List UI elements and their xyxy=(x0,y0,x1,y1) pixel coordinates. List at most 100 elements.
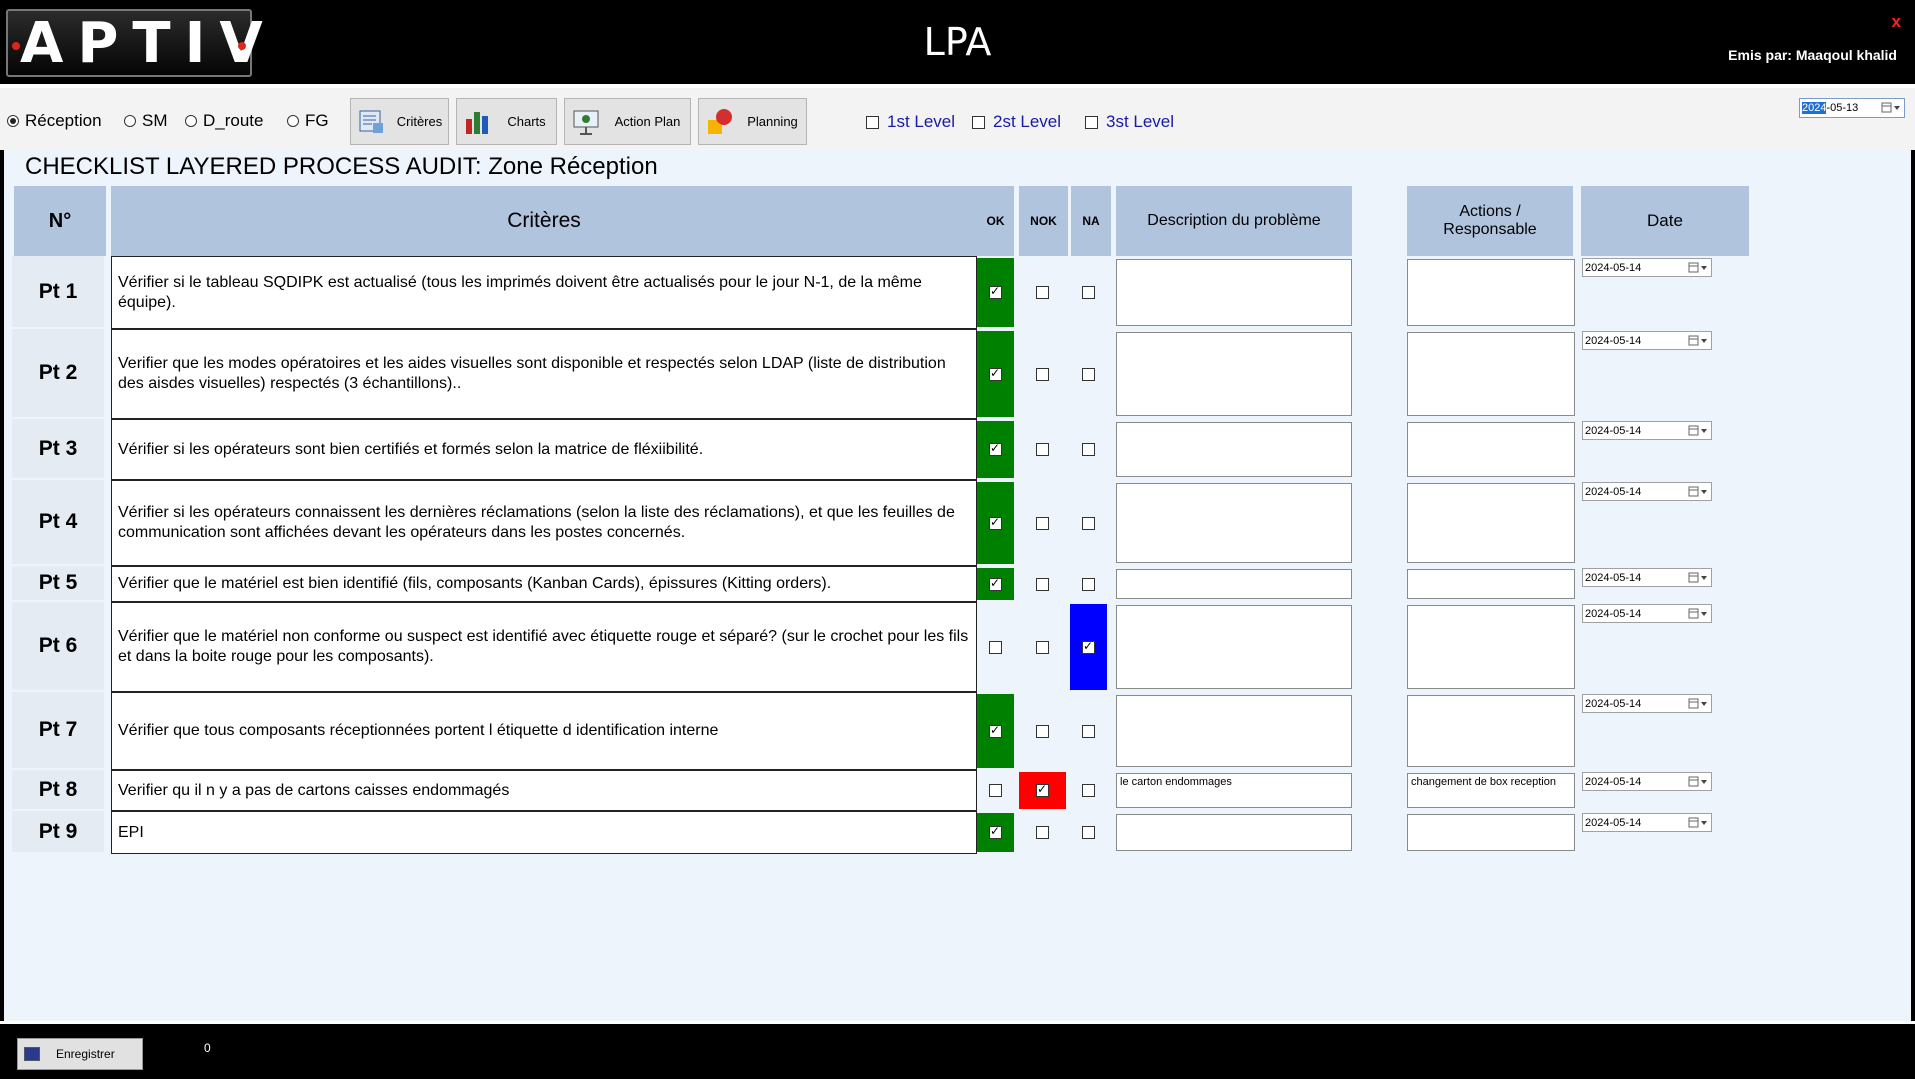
level-3-checkbox[interactable]: 3st Level xyxy=(1085,112,1174,132)
na-checkbox[interactable] xyxy=(1082,367,1095,381)
ok-checkbox[interactable] xyxy=(989,441,1002,456)
actions-responsable-field[interactable] xyxy=(1407,814,1575,851)
nok-cell xyxy=(1019,568,1066,600)
row-date-picker[interactable]: 2024-05-14 xyxy=(1582,568,1712,587)
close-button[interactable]: x xyxy=(1892,12,1901,32)
problem-description-field[interactable] xyxy=(1116,605,1352,689)
problem-description-field[interactable] xyxy=(1116,332,1352,416)
row-date-picker[interactable]: 2024-05-14 xyxy=(1582,604,1712,623)
ok-cell xyxy=(977,331,1014,417)
ok-checkbox[interactable] xyxy=(989,824,1002,839)
nok-checkbox[interactable] xyxy=(1036,516,1049,530)
audit-date-picker[interactable]: 2024 -05-13 xyxy=(1799,98,1905,118)
ok-cell xyxy=(977,694,1014,768)
zone-radio-d-route[interactable]: D_route xyxy=(185,111,263,130)
calendar-dropdown-icon[interactable] xyxy=(1687,485,1709,499)
actions-responsable-field[interactable] xyxy=(1407,695,1575,767)
actions-responsable-field[interactable] xyxy=(1407,483,1575,563)
na-checkbox[interactable] xyxy=(1082,639,1095,654)
calendar-dropdown-icon[interactable] xyxy=(1687,334,1709,348)
na-checkbox[interactable] xyxy=(1082,516,1095,530)
radio-icon xyxy=(287,115,299,127)
ok-checkbox[interactable] xyxy=(989,723,1002,738)
nok-checkbox[interactable] xyxy=(1036,367,1049,381)
actions-responsable-field[interactable] xyxy=(1407,259,1575,326)
footer-bar: Enregistrer 0 xyxy=(0,1021,1915,1079)
nok-cell xyxy=(1019,482,1066,564)
row-date-picker[interactable]: 2024-05-14 xyxy=(1582,258,1712,277)
nok-checkbox[interactable] xyxy=(1036,640,1049,654)
nok-checkbox[interactable] xyxy=(1036,826,1049,839)
na-checkbox[interactable] xyxy=(1082,443,1095,456)
save-button[interactable]: Enregistrer xyxy=(17,1038,143,1070)
calendar-dropdown-icon[interactable] xyxy=(1687,697,1709,711)
point-number: Pt 8 xyxy=(12,770,104,809)
problem-description-field[interactable] xyxy=(1116,483,1352,563)
calendar-dropdown-icon[interactable] xyxy=(1687,424,1709,438)
ok-checkbox[interactable] xyxy=(989,366,1002,381)
nok-checkbox[interactable] xyxy=(1036,286,1049,299)
action-plan-button[interactable]: Action Plan xyxy=(564,98,691,145)
na-checkbox[interactable] xyxy=(1082,286,1095,299)
na-checkbox[interactable] xyxy=(1082,724,1095,738)
checkbox-icon xyxy=(866,115,879,129)
nok-checkbox[interactable] xyxy=(1036,443,1049,456)
problem-description-field[interactable] xyxy=(1116,569,1352,599)
level-label: 1st Level xyxy=(887,112,956,131)
ok-checkbox[interactable] xyxy=(989,576,1002,591)
point-number: Pt 6 xyxy=(12,602,104,690)
na-checkbox[interactable] xyxy=(1082,784,1095,797)
calendar-dropdown-icon[interactable] xyxy=(1687,607,1709,621)
nok-cell xyxy=(1019,604,1066,690)
actions-responsable-field[interactable]: changement de box reception xyxy=(1407,773,1575,808)
row-date-value: 2024-05-14 xyxy=(1585,261,1642,274)
ok-checkbox[interactable] xyxy=(989,784,1002,797)
calendar-dropdown-icon[interactable] xyxy=(1687,571,1709,585)
actions-responsable-field[interactable] xyxy=(1407,605,1575,689)
calendar-dropdown-icon[interactable] xyxy=(1687,261,1709,275)
problem-description-field[interactable] xyxy=(1116,814,1352,851)
na-checkbox[interactable] xyxy=(1082,826,1095,839)
calendar-dropdown-icon[interactable] xyxy=(1687,775,1709,789)
nok-checkbox[interactable] xyxy=(1036,724,1049,738)
row-date-picker[interactable]: 2024-05-14 xyxy=(1582,772,1712,791)
problem-description-field[interactable] xyxy=(1116,695,1352,767)
row-date-value: 2024-05-14 xyxy=(1585,334,1642,347)
planning-icon xyxy=(705,107,735,137)
zone-radio-sm[interactable]: SM xyxy=(124,111,168,130)
row-date-picker[interactable]: 2024-05-14 xyxy=(1582,421,1712,440)
row-date-picker[interactable]: 2024-05-14 xyxy=(1582,694,1712,713)
level-1-checkbox[interactable]: 1st Level xyxy=(866,112,955,132)
nok-checkbox[interactable] xyxy=(1036,577,1049,591)
na-checkbox[interactable] xyxy=(1082,577,1095,591)
nok-checkbox[interactable] xyxy=(1036,782,1049,797)
nok-cell xyxy=(1019,694,1066,768)
calendar-dropdown-icon[interactable] xyxy=(1687,816,1709,830)
calendar-dropdown-icon[interactable] xyxy=(1880,101,1902,115)
criteres-button[interactable]: Critères xyxy=(350,98,449,145)
problem-description-field[interactable]: le carton endommages xyxy=(1116,773,1352,808)
row-date-picker[interactable]: 2024-05-14 xyxy=(1582,482,1712,501)
nok-cell xyxy=(1019,331,1066,417)
row-date-picker[interactable]: 2024-05-14 xyxy=(1582,813,1712,832)
ok-checkbox[interactable] xyxy=(989,515,1002,530)
row-date-picker[interactable]: 2024-05-14 xyxy=(1582,331,1712,350)
zone-radio-reception[interactable]: Réception xyxy=(7,111,102,130)
actions-responsable-field[interactable] xyxy=(1407,569,1575,599)
ok-checkbox[interactable] xyxy=(989,284,1002,299)
ok-cell xyxy=(977,482,1014,564)
planning-button[interactable]: Planning xyxy=(698,98,807,145)
charts-button[interactable]: Charts xyxy=(456,98,557,145)
problem-description-field[interactable] xyxy=(1116,422,1352,477)
na-cell xyxy=(1070,813,1107,852)
radio-selected-icon xyxy=(7,115,19,127)
na-cell xyxy=(1070,568,1107,600)
criterion-text: Verifier qu il n y a pas de cartons cais… xyxy=(111,770,977,811)
zone-radio-fg[interactable]: FG xyxy=(287,111,329,130)
ok-checkbox[interactable] xyxy=(989,640,1002,654)
actions-responsable-field[interactable] xyxy=(1407,422,1575,477)
actions-responsable-field[interactable] xyxy=(1407,332,1575,416)
problem-description-field[interactable] xyxy=(1116,259,1352,326)
issued-by-label: Emis par: Maaqoul khalid xyxy=(1728,47,1897,63)
level-2-checkbox[interactable]: 2st Level xyxy=(972,112,1061,132)
